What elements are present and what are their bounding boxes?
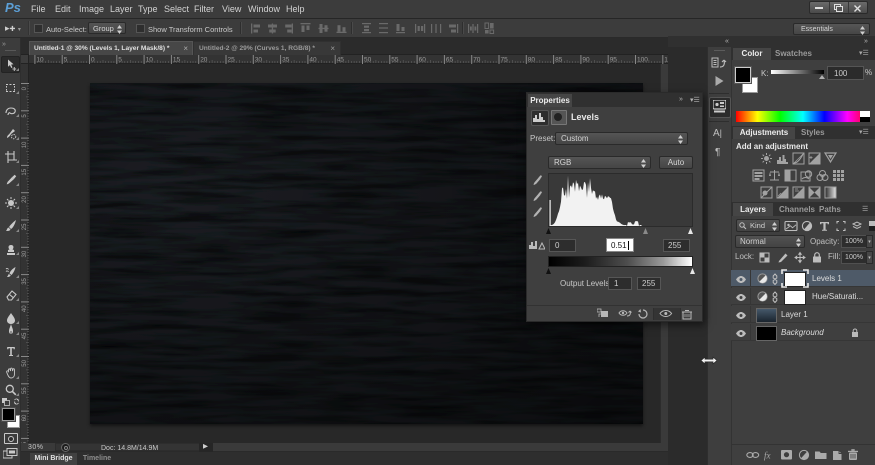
svg-text:100: 100 xyxy=(637,57,648,64)
svg-text:5: 5 xyxy=(64,57,68,64)
svg-text:25: 25 xyxy=(22,223,28,230)
svg-text:15: 15 xyxy=(22,168,28,175)
svg-text:0: 0 xyxy=(22,86,28,90)
svg-text:0: 0 xyxy=(91,57,95,64)
svg-text:30: 30 xyxy=(22,250,28,257)
svg-text:60: 60 xyxy=(22,414,28,421)
svg-text:45: 45 xyxy=(22,332,28,339)
svg-text:5: 5 xyxy=(118,57,122,64)
svg-text:40: 40 xyxy=(22,305,28,312)
svg-text:10: 10 xyxy=(22,141,28,148)
svg-text:50: 50 xyxy=(22,359,28,366)
svg-text:5: 5 xyxy=(22,114,28,118)
svg-text:55: 55 xyxy=(22,387,28,394)
svg-text:fx: fx xyxy=(764,451,771,461)
svg-text:35: 35 xyxy=(22,277,28,284)
svg-text:20: 20 xyxy=(22,196,28,203)
